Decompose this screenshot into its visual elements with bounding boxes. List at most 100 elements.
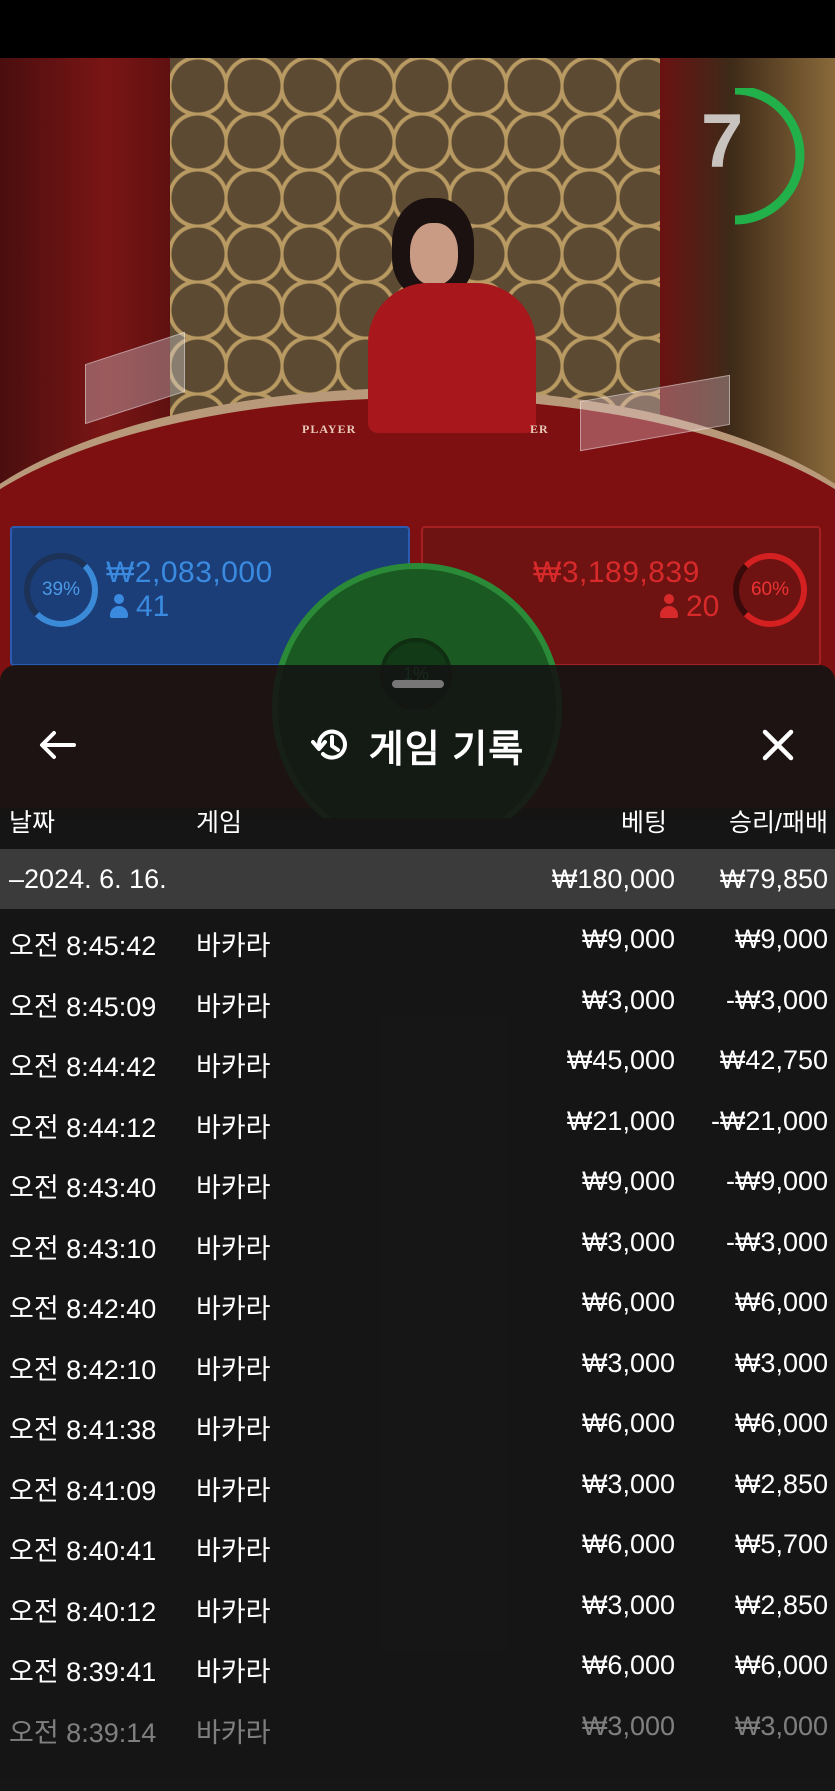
column-bet[interactable]: 베팅 <box>621 803 667 839</box>
row-result: ₩5,700 <box>734 1529 828 1559</box>
history-row[interactable]: 오전 8:39:41 바카라 ₩6,000 ₩6,000 <box>0 1635 835 1696</box>
game-history-sheet: 게임 기록 날짜 게임 베팅 승리/패배 –2024. 6. 16. ₩180,… <box>0 665 835 1791</box>
row-game: 바카라 <box>196 991 271 1022</box>
banker-count: 20 <box>660 592 719 622</box>
row-game: 바카라 <box>196 1536 271 1566</box>
row-time: 오전 8:44:12 <box>9 1112 157 1143</box>
row-game: 바카라 <box>196 1717 271 1748</box>
summary-bet: ₩180,000 <box>551 864 675 894</box>
history-row[interactable]: 오전 8:44:42 바카라 ₩45,000 ₩42,750 <box>0 1030 835 1091</box>
row-game: 바카라 <box>196 1173 271 1203</box>
row-result: -₩3,000 <box>725 984 828 1015</box>
history-row[interactable]: 오전 8:45:42 바카라 ₩9,000 ₩9,000 <box>0 909 835 970</box>
sheet-header: 게임 기록 <box>0 705 835 785</box>
row-result: -₩3,000 <box>725 1226 828 1257</box>
row-time: 오전 8:40:41 <box>9 1536 157 1566</box>
row-game: 바카라 <box>196 1475 271 1506</box>
row-time: 오전 8:45:09 <box>9 991 157 1022</box>
row-bet: ₩3,000 <box>581 1468 675 1499</box>
history-row[interactable]: 오전 8:41:09 바카라 ₩3,000 ₩2,850 <box>0 1454 835 1515</box>
row-time: 오전 8:39:41 <box>9 1657 157 1687</box>
sheet-title: 게임 기록 <box>368 728 525 771</box>
row-result: ₩2,850 <box>734 1468 828 1499</box>
row-result: ₩3,000 <box>734 1710 828 1741</box>
countdown-timer: 7 <box>695 85 805 228</box>
history-row[interactable]: 오전 8:42:40 바카라 ₩6,000 ₩6,000 <box>0 1272 835 1333</box>
history-row[interactable]: 오전 8:44:12 바카라 ₩21,000 -₩21,000 <box>0 1091 835 1152</box>
history-row[interactable]: 오전 8:41:38 바카라 ₩6,000 ₩6,000 <box>0 1393 835 1454</box>
player-total-amount: ₩2,083,000 <box>106 556 273 589</box>
sheet-drag-handle[interactable] <box>392 680 444 688</box>
column-result[interactable]: 승리/패배 <box>729 803 828 839</box>
row-time: 오전 8:45:42 <box>9 931 157 961</box>
row-result: ₩6,000 <box>734 1650 828 1680</box>
history-row[interactable]: 오전 8:43:40 바카라 ₩9,000 -₩9,000 <box>0 1151 835 1212</box>
countdown-number: 7 <box>701 99 744 184</box>
row-bet: ₩3,000 <box>581 1589 675 1620</box>
summary-date: –2024. 6. 16. <box>9 864 167 894</box>
row-result: ₩3,000 <box>734 1347 828 1378</box>
row-time: 오전 8:43:10 <box>9 1233 157 1264</box>
row-result: ₩6,000 <box>734 1408 828 1438</box>
history-row[interactable]: 오전 8:40:41 바카라 ₩6,000 ₩5,700 <box>0 1514 835 1575</box>
row-time: 오전 8:41:09 <box>9 1475 157 1506</box>
row-result: ₩9,000 <box>734 924 828 954</box>
banker-count-value: 20 <box>686 590 720 623</box>
row-time: 오전 8:41:38 <box>9 1415 157 1445</box>
row-bet: ₩3,000 <box>581 1710 675 1741</box>
banker-total-amount: ₩3,189,839 <box>533 556 700 589</box>
row-time: 오전 8:43:40 <box>9 1173 157 1203</box>
row-time: 오전 8:42:40 <box>9 1294 157 1324</box>
dealer-face <box>410 223 458 285</box>
row-game: 바카라 <box>196 1294 271 1324</box>
close-icon <box>762 729 794 761</box>
row-game: 바카라 <box>196 1657 271 1687</box>
history-icon <box>310 729 347 760</box>
row-bet: ₩9,000 <box>581 1166 675 1196</box>
row-bet: ₩21,000 <box>566 1105 675 1136</box>
summary-result: ₩79,850 <box>719 864 828 894</box>
row-game: 바카라 <box>196 931 271 961</box>
row-game: 바카라 <box>196 1112 271 1143</box>
row-bet: ₩45,000 <box>566 1045 675 1075</box>
row-result: -₩21,000 <box>710 1105 828 1136</box>
row-game: 바카라 <box>196 1415 271 1445</box>
banker-percent: 60% <box>733 553 807 627</box>
row-time: 오전 8:42:10 <box>9 1354 157 1385</box>
row-bet: ₩6,000 <box>581 1287 675 1317</box>
row-time: 오전 8:40:12 <box>9 1596 157 1627</box>
row-bet: ₩3,000 <box>581 1226 675 1257</box>
row-result: -₩9,000 <box>725 1166 828 1196</box>
row-game: 바카라 <box>196 1596 271 1627</box>
row-game: 바카라 <box>196 1233 271 1264</box>
row-time: 오전 8:39:14 <box>9 1717 157 1748</box>
date-summary-row[interactable]: –2024. 6. 16. ₩180,000 ₩79,850 <box>0 849 835 909</box>
back-button[interactable] <box>30 720 86 770</box>
history-row[interactable]: 오전 8:39:14 바카라 ₩3,000 ₩3,000 <box>0 1696 835 1757</box>
player-count: 41 <box>110 592 169 622</box>
history-row[interactable]: 오전 8:40:12 바카라 ₩3,000 ₩2,850 <box>0 1575 835 1636</box>
row-result: ₩42,750 <box>719 1045 828 1075</box>
row-result: ₩2,850 <box>734 1589 828 1620</box>
felt-label-player: PLAYER <box>302 422 357 436</box>
row-bet: ₩9,000 <box>581 924 675 954</box>
column-game[interactable]: 게임 <box>196 803 242 839</box>
table-header: 날짜 게임 베팅 승리/패배 <box>0 793 835 843</box>
arrow-left-icon <box>40 731 76 759</box>
row-time: 오전 8:44:42 <box>9 1052 157 1082</box>
row-bet: ₩6,000 <box>581 1650 675 1680</box>
felt-label-banker: ER <box>530 422 549 436</box>
history-row[interactable]: 오전 8:45:09 바카라 ₩3,000 -₩3,000 <box>0 970 835 1031</box>
history-list: 오전 8:45:42 바카라 ₩9,000 ₩9,000 오전 8:45:09 바카라 ₩3… <box>0 909 835 1756</box>
player-count-value: 41 <box>136 590 170 623</box>
dealer <box>368 283 536 433</box>
row-result: ₩6,000 <box>734 1287 828 1317</box>
column-date[interactable]: 날짜 <box>9 803 55 839</box>
history-row[interactable]: 오전 8:42:10 바카라 ₩3,000 ₩3,000 <box>0 1333 835 1394</box>
history-row[interactable]: 오전 8:43:10 바카라 ₩3,000 -₩3,000 <box>0 1212 835 1273</box>
row-bet: ₩6,000 <box>581 1408 675 1438</box>
sheet-title-group: 게임 기록 <box>0 705 835 785</box>
player-percent: 39% <box>24 553 98 627</box>
row-bet: ₩3,000 <box>581 984 675 1015</box>
close-button[interactable] <box>750 720 806 770</box>
